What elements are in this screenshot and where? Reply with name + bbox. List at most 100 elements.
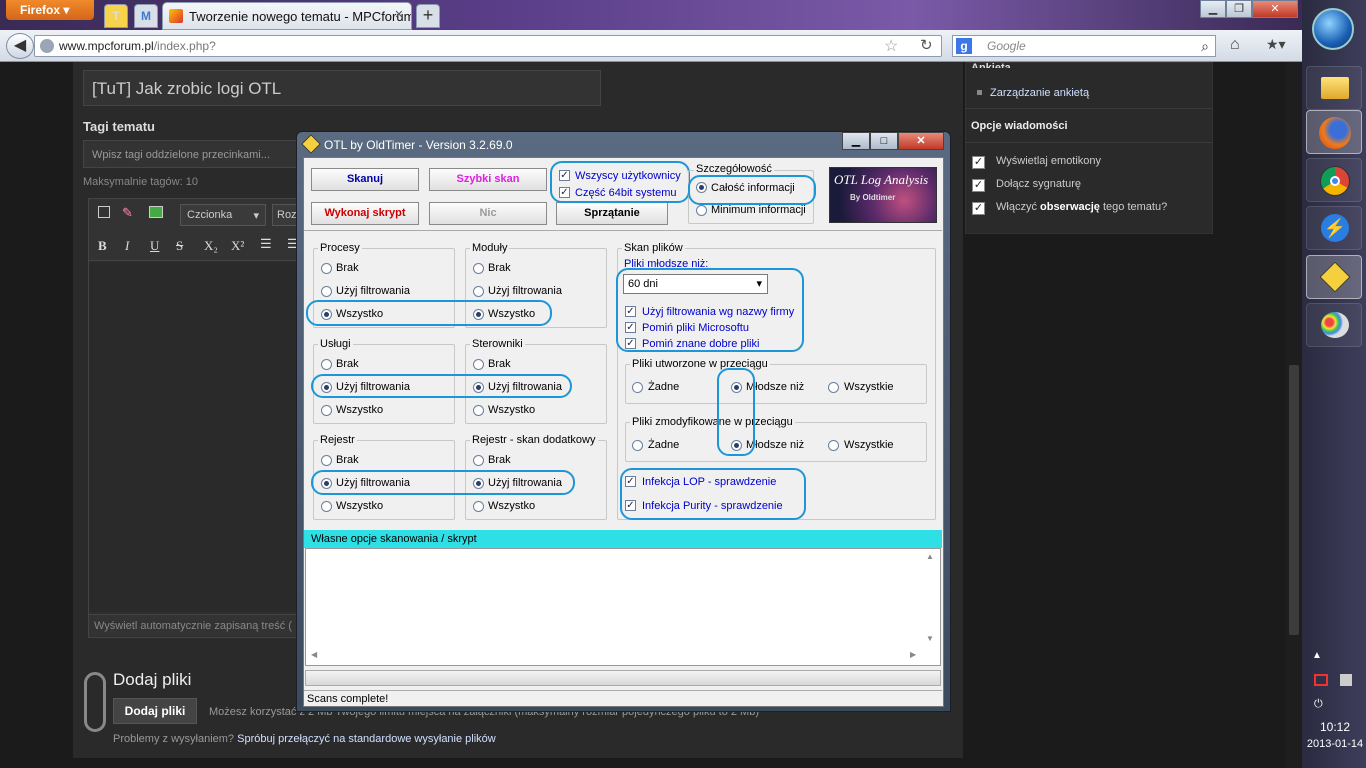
services-all-radio[interactable] xyxy=(321,405,332,416)
scan-button[interactable]: Skanuj xyxy=(311,168,419,191)
firefox-menu-button[interactable]: Firefox ▾ xyxy=(6,0,94,20)
services-none-radio[interactable] xyxy=(321,359,332,370)
tray-expand-icon[interactable]: ▲ xyxy=(1312,650,1322,661)
otl-minimize-button[interactable]: ▁ xyxy=(842,132,870,150)
files-modified-label: Pliki zmodyfikowane w przeciągu xyxy=(630,416,795,428)
signature-label: Dołącz sygnaturę xyxy=(996,178,1081,190)
run-script-button[interactable]: Wykonaj skrypt xyxy=(311,202,419,225)
emoticons-checkbox[interactable]: ✓ xyxy=(972,156,985,169)
home-icon[interactable]: ⌂ xyxy=(1230,36,1240,54)
quick-scan-button[interactable]: Szybki skan xyxy=(429,168,547,191)
processes-filter-radio[interactable] xyxy=(321,286,332,297)
none-button[interactable]: Nic xyxy=(429,202,547,225)
taskbar-firefox[interactable] xyxy=(1306,110,1362,154)
taskbar-chrome[interactable] xyxy=(1306,158,1362,202)
search-input[interactable]: g Google ⌕ xyxy=(952,35,1216,57)
search-icon[interactable]: ⌕ xyxy=(1201,38,1209,55)
table-icon[interactable] xyxy=(149,206,163,218)
tab-close-icon[interactable]: ✕ xyxy=(392,8,406,22)
otl-icon xyxy=(1319,261,1351,293)
detail-min-radio[interactable] xyxy=(696,205,707,216)
url-bar[interactable]: www.mpcforum.pl/index.php? xyxy=(34,35,942,57)
sidebar-survey-link[interactable]: Zarządzanie ankietą xyxy=(990,87,1089,99)
font-select[interactable]: Czcionka ▾ xyxy=(180,204,266,226)
scroll-right-icon[interactable]: ▶ xyxy=(910,650,916,659)
bullet-list-icon[interactable]: ☰ xyxy=(260,236,272,252)
follow-checkbox[interactable]: ✓ xyxy=(972,202,985,215)
processes-none-radio[interactable] xyxy=(321,263,332,274)
otl-maximize-button[interactable]: □ xyxy=(870,132,898,150)
taskbar-speed[interactable]: ⚡ xyxy=(1306,206,1362,250)
tags-input[interactable]: Wpisz tagi oddzielone przecinkami... xyxy=(83,140,303,168)
cleanup-button[interactable]: Sprzątanie xyxy=(556,202,668,225)
registry-extra-all-label: Wszystko xyxy=(488,500,536,512)
pinned-tab-t[interactable]: T xyxy=(104,4,128,28)
taskbar-paint[interactable] xyxy=(1306,303,1362,347)
paperclip-icon xyxy=(84,672,106,732)
tab-active[interactable]: Tworzenie nowego tematu - MPCforum - ... xyxy=(162,2,412,30)
firefox-menu-label: Firefox xyxy=(20,3,61,17)
scroll-up-icon[interactable]: ▲ xyxy=(926,552,934,561)
italic-button[interactable]: I xyxy=(125,238,129,254)
taskbar-folder[interactable] xyxy=(1306,66,1362,110)
modified-none-radio[interactable] xyxy=(632,440,643,451)
eraser-icon[interactable]: ✎ xyxy=(122,205,133,221)
superscript-button[interactable]: X² xyxy=(231,238,244,254)
created-all-radio[interactable] xyxy=(828,382,839,393)
minimize-button[interactable]: ▁ xyxy=(1200,0,1226,18)
registry-none-radio[interactable] xyxy=(321,455,332,466)
back-button[interactable]: ◀ xyxy=(6,33,34,59)
start-button[interactable] xyxy=(1312,8,1354,50)
new-tab-button[interactable]: + xyxy=(416,4,440,28)
signature-checkbox[interactable]: ✓ xyxy=(972,179,985,192)
reload-icon[interactable]: ↻ xyxy=(920,36,933,54)
drivers-none-radio[interactable] xyxy=(473,359,484,370)
clock-date[interactable]: 2013-01-14 xyxy=(1306,738,1364,750)
scrollbar-thumb[interactable] xyxy=(1289,365,1299,635)
network-icon[interactable] xyxy=(1314,674,1328,686)
created-none-label: Żadne xyxy=(648,381,680,393)
maximize-button[interactable]: ❐ xyxy=(1226,0,1252,18)
pinned-tab-m[interactable]: M xyxy=(134,4,158,28)
google-engine-icon[interactable]: g xyxy=(956,38,972,54)
speaker-icon[interactable] xyxy=(1340,674,1352,686)
bookmarks-menu-icon[interactable]: ★▾ xyxy=(1266,36,1286,53)
subscript-button[interactable]: X₂ xyxy=(204,238,218,254)
status-bar: Scans complete! xyxy=(304,690,942,706)
sidebar-divider xyxy=(965,108,1213,109)
folder-icon xyxy=(1321,77,1349,99)
taskbar-otl[interactable] xyxy=(1306,255,1362,299)
registry-extra-all-radio[interactable] xyxy=(473,501,484,512)
close-window-button[interactable]: ✕ xyxy=(1252,0,1298,18)
registry-extra-none-radio[interactable] xyxy=(473,455,484,466)
highlight-annotation xyxy=(311,374,572,398)
upload-problem-link[interactable]: Spróbuj przełączyć na standardowe wysyła… xyxy=(237,733,496,745)
created-none-radio[interactable] xyxy=(632,382,643,393)
strike-button[interactable]: S xyxy=(176,238,183,254)
underline-button[interactable]: U xyxy=(150,238,159,254)
bookmark-star-icon[interactable]: ☆ xyxy=(884,36,898,56)
script-textarea[interactable] xyxy=(305,548,941,666)
registry-extra-label: Rejestr - skan dodatkowy xyxy=(470,434,598,446)
power-icon[interactable]: ⏻ xyxy=(1314,698,1323,711)
otl-close-button[interactable]: ✕ xyxy=(898,132,944,150)
scroll-left-icon[interactable]: ◀ xyxy=(311,650,317,659)
drivers-all-radio[interactable] xyxy=(473,405,484,416)
editor-textarea[interactable] xyxy=(89,262,305,612)
topic-title-input[interactable]: [TuT] Jak zrobic logi OTL xyxy=(83,70,601,106)
modified-all-radio[interactable] xyxy=(828,440,839,451)
highlight-annotation xyxy=(550,161,690,203)
source-icon[interactable] xyxy=(98,206,110,218)
registry-all-radio[interactable] xyxy=(321,501,332,512)
autosave-label: Wyświetl automatycznie zapisaną treść ( xyxy=(94,620,292,632)
autosave-link[interactable]: Wyświetl automatycznie zapisaną treść ( xyxy=(89,614,305,636)
add-files-button[interactable]: Dodaj pliki xyxy=(113,698,197,724)
clock-time[interactable]: 10:12 xyxy=(1306,720,1364,734)
bold-button[interactable]: B xyxy=(98,238,107,254)
scroll-down-icon[interactable]: ▼ xyxy=(926,634,934,643)
modules-filter-radio[interactable] xyxy=(473,286,484,297)
status-text: Scans complete! xyxy=(307,693,389,705)
font-select-value: Czcionka xyxy=(187,209,233,221)
modules-none-radio[interactable] xyxy=(473,263,484,274)
globe-icon xyxy=(40,39,54,53)
